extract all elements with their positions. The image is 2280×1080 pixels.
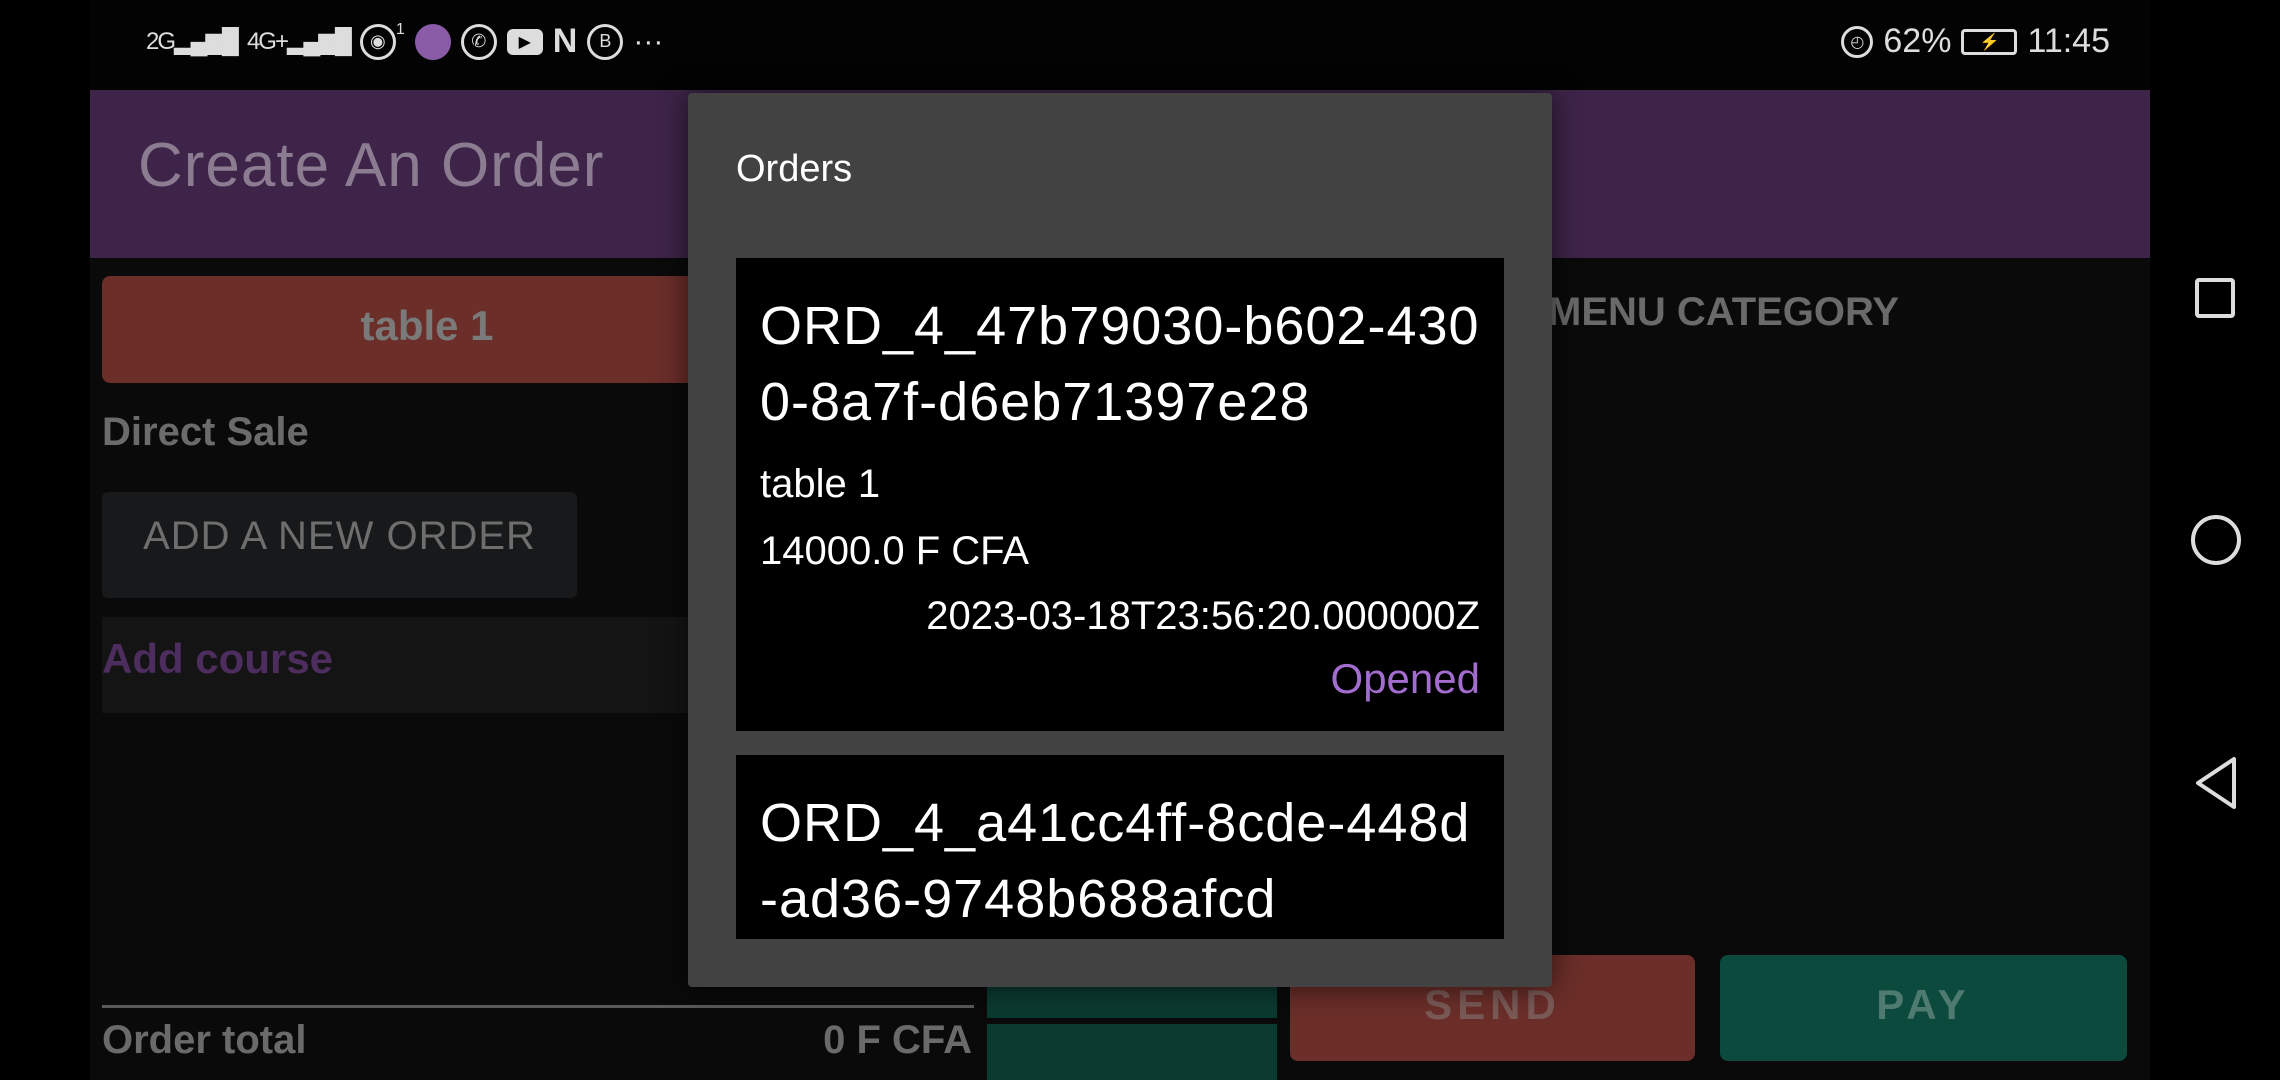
- order-total-amount: 14000.0 F CFA: [760, 529, 1030, 573]
- netflix-icon: N: [552, 22, 578, 60]
- add-course-row[interactable]: Add course: [102, 617, 752, 713]
- battery-percent: 62%: [1883, 22, 1952, 60]
- home-button[interactable]: [2191, 515, 2241, 565]
- page-title: Create An Order: [138, 131, 605, 200]
- pay-button[interactable]: PAY: [1720, 955, 2127, 1061]
- back-button[interactable]: [2192, 755, 2240, 816]
- order-status: Opened: [1330, 655, 1480, 702]
- dialog-title: Orders: [736, 148, 853, 190]
- teal-panel-bottom[interactable]: [987, 1024, 1277, 1080]
- app-icon: [414, 23, 451, 60]
- signal-icon-2: 4G+▂▄▆█: [246, 28, 352, 55]
- bold-b-icon: B: [587, 23, 624, 60]
- back-triangle-icon: [2196, 757, 2236, 809]
- add-course-label: Add course: [102, 635, 334, 682]
- order-card[interactable]: ORD_4_47b79030-b602-4300-8a7f-d6eb71397e…: [736, 258, 1504, 731]
- notification-count: 1: [395, 20, 405, 38]
- orders-list[interactable]: ORD_4_47b79030-b602-4300-8a7f-d6eb71397e…: [736, 258, 1504, 939]
- send-label: SEND: [1424, 981, 1561, 1028]
- alarm-icon: ◴: [1841, 25, 1874, 58]
- order-table: table 1: [760, 462, 881, 506]
- add-new-order-button[interactable]: ADD A NEW ORDER: [102, 492, 577, 598]
- clock: 11:45: [2027, 22, 2110, 60]
- add-new-order-label: ADD A NEW ORDER: [143, 514, 536, 558]
- status-left: 2G▂▄▆█ 4G+▂▄▆█ ◉ 1 ✆ ▶ N B ···: [146, 20, 664, 61]
- direct-sale-label: Direct Sale: [102, 410, 309, 454]
- hotspot-icon: ◉: [359, 23, 396, 60]
- youtube-icon: ▶: [506, 28, 543, 55]
- order-total-label: Order total: [102, 1018, 307, 1062]
- table-select-label: table 1: [360, 302, 494, 349]
- whatsapp-icon: ✆: [460, 23, 497, 60]
- order-card[interactable]: ORD_4_a41cc4ff-8cde-448d-ad36-9748b688af…: [736, 755, 1504, 939]
- divider: [102, 1005, 974, 1008]
- order-total-value: 0 F CFA: [823, 1018, 972, 1062]
- order-id: ORD_4_a41cc4ff-8cde-448d-ad36-9748b688af…: [760, 793, 1471, 929]
- signal-icon: 2G▂▄▆█: [146, 28, 239, 55]
- table-select-button[interactable]: table 1: [102, 276, 752, 383]
- order-date: 2023-03-18T23:56:20.000000Z: [926, 594, 1480, 638]
- menu-category-label[interactable]: MENU CATEGORY: [1548, 290, 1899, 335]
- order-id: ORD_4_47b79030-b602-4300-8a7f-d6eb71397e…: [760, 296, 1480, 432]
- battery-icon: ⚡: [1961, 28, 2018, 55]
- status-right: ◴ 62% ⚡ 11:45: [1841, 22, 2110, 61]
- recents-button[interactable]: [2195, 278, 2235, 318]
- pay-label: PAY: [1876, 981, 1971, 1028]
- more-icon: ···: [633, 24, 664, 58]
- status-bar: 2G▂▄▆█ 4G+▂▄▆█ ◉ 1 ✆ ▶ N B ··· ◴ 62% ⚡ 1…: [90, 0, 2150, 90]
- orders-dialog: Orders ORD_4_47b79030-b602-4300-8a7f-d6e…: [688, 93, 1552, 987]
